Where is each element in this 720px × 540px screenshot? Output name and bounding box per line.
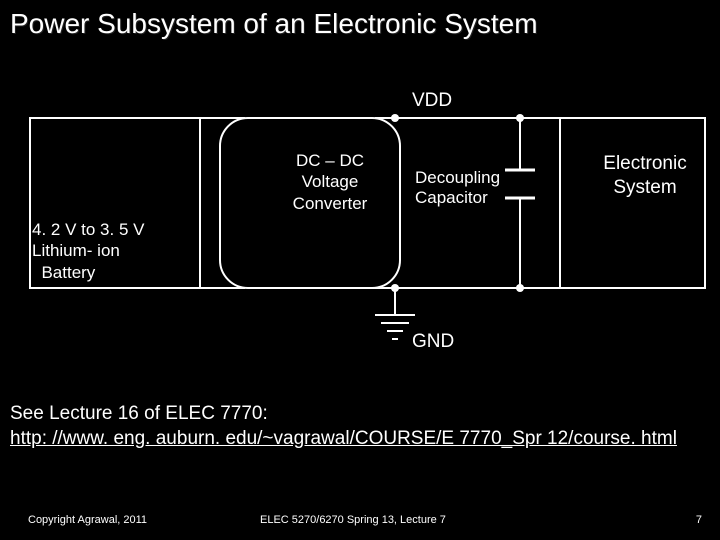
footer-page-number: 7 [696, 514, 702, 526]
circuit-diagram: VDD DC – DC Voltage Converter Decoupling… [0, 90, 720, 370]
esys-line2: System [613, 177, 676, 198]
converter-line2: Voltage [302, 172, 359, 191]
battery-line1: 4. 2 V to 3. 5 V [32, 220, 144, 239]
electronic-system-label: Electronic System [595, 152, 695, 200]
decoupling-line1: Decoupling [415, 168, 500, 187]
gnd-label: GND [412, 331, 454, 353]
slide: Power Subsystem of an Electronic System [0, 0, 720, 540]
reference-line1: See Lecture 16 of ELEC 7770: [10, 403, 268, 424]
converter-line1: DC – DC [296, 151, 364, 170]
reference-link[interactable]: http: //www. eng. auburn. edu/~vagrawal/… [10, 428, 677, 449]
decoupling-label: Decoupling Capacitor [415, 168, 500, 209]
page-title: Power Subsystem of an Electronic System [10, 8, 538, 40]
footer-course: ELEC 5270/6270 Spring 13, Lecture 7 [260, 514, 446, 526]
converter-label: DC – DC Voltage Converter [270, 150, 390, 214]
vdd-label: VDD [412, 90, 452, 112]
esys-line1: Electronic [603, 153, 686, 174]
converter-line3: Converter [293, 194, 368, 213]
footer-copyright: Copyright Agrawal, 2011 [28, 514, 147, 526]
decoupling-line2: Capacitor [415, 188, 488, 207]
battery-label: 4. 2 V to 3. 5 V Lithium- ion Battery [32, 219, 144, 283]
battery-line2: Lithium- ion [32, 241, 120, 260]
battery-line3: Battery [41, 263, 95, 282]
reference-block: See Lecture 16 of ELEC 7770: http: //www… [10, 402, 677, 451]
